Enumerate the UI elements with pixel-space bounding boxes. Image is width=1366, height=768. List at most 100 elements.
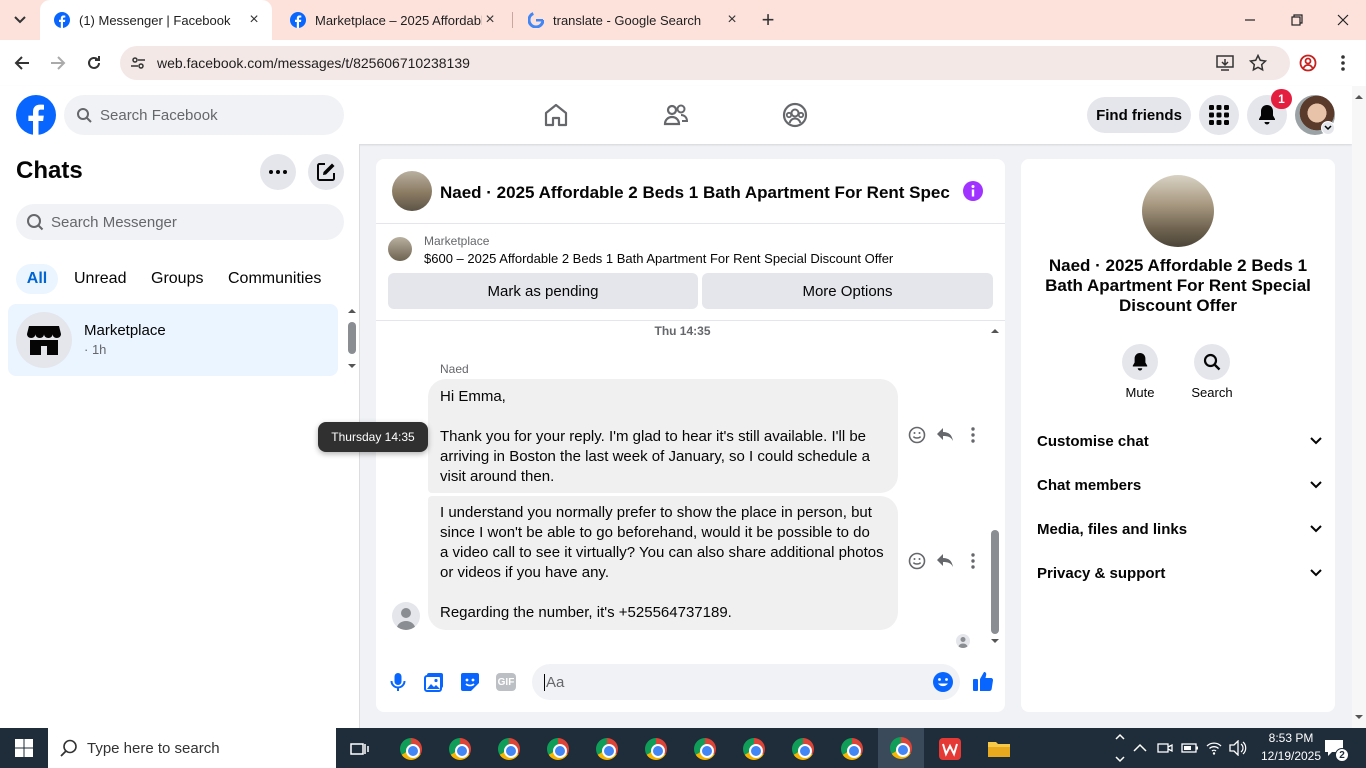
listing-thumbnail[interactable] <box>388 237 412 261</box>
clock-date[interactable]: 12/19/2025 <box>1255 749 1327 763</box>
filter-all[interactable]: All <box>16 264 58 294</box>
section-customise-chat[interactable]: Customise chat <box>1037 429 1322 453</box>
reload-icon <box>88 56 100 69</box>
chrome-icon <box>743 738 765 760</box>
taskbar-chrome[interactable] <box>589 733 625 765</box>
tray-battery[interactable] <box>1181 741 1199 755</box>
react-icon[interactable] <box>908 426 926 444</box>
taskbar-chrome[interactable] <box>687 733 723 765</box>
tab-search-button[interactable] <box>8 8 32 32</box>
emoji-button[interactable] <box>932 671 954 693</box>
bell-icon <box>1259 105 1275 125</box>
taskbar-scroll[interactable] <box>1114 730 1126 766</box>
more-vertical-icon <box>1341 55 1345 71</box>
tab-google-search[interactable]: translate - Google Search × <box>514 0 750 40</box>
messages-scrollbar[interactable] <box>989 324 1001 648</box>
clock-time[interactable]: 8:53 PM <box>1260 731 1322 745</box>
gif-button[interactable]: GIF <box>496 673 516 691</box>
more-vertical-icon[interactable] <box>964 552 982 570</box>
restore-button[interactable] <box>1287 10 1307 30</box>
taskbar-wps[interactable] <box>932 733 968 765</box>
taskbar-chrome[interactable] <box>491 733 527 765</box>
message-line: since I won't be able to go beforehand, … <box>440 524 870 541</box>
browser-menu-button[interactable] <box>1333 53 1353 73</box>
facebook-logo[interactable] <box>16 95 56 135</box>
close-window-button[interactable] <box>1333 10 1353 30</box>
tab-marketplace[interactable]: Marketplace – 2025 Affordable × <box>276 0 508 40</box>
facebook-search[interactable]: Search Facebook <box>64 95 344 135</box>
minimize-icon <box>1245 19 1255 21</box>
messenger-search[interactable]: Search Messenger <box>16 204 344 240</box>
close-tab-icon[interactable]: × <box>246 11 262 28</box>
taskbar-file-explorer[interactable] <box>981 733 1017 765</box>
account-chevron[interactable] <box>1321 121 1335 135</box>
taskbar-chrome[interactable] <box>393 733 429 765</box>
nav-friends[interactable] <box>662 102 690 128</box>
listing-title[interactable]: $600 – 2025 Affordable 2 Beds 1 Bath Apa… <box>424 251 893 266</box>
tray-overflow[interactable] <box>1133 741 1147 755</box>
sticker-button[interactable] <box>460 672 480 692</box>
find-friends-button[interactable]: Find friends <box>1087 97 1191 133</box>
taskbar-chrome[interactable] <box>785 733 821 765</box>
menu-button[interactable] <box>1199 95 1239 135</box>
voice-clip-button[interactable] <box>388 672 408 692</box>
mute-button[interactable] <box>1122 344 1158 380</box>
install-app-button[interactable] <box>1215 53 1235 73</box>
start-button[interactable] <box>0 728 48 768</box>
reload-button[interactable] <box>84 53 104 73</box>
address-bar[interactable]: web.facebook.com/messages/t/825606710238… <box>120 46 1290 80</box>
nav-home[interactable] <box>543 102 569 128</box>
react-icon[interactable] <box>908 552 926 570</box>
details-avatar[interactable] <box>1142 175 1214 247</box>
chats-options-button[interactable] <box>260 154 296 190</box>
mark-pending-button[interactable]: Mark as pending <box>388 273 698 309</box>
taskbar-chrome[interactable] <box>638 733 674 765</box>
filter-unread[interactable]: Unread <box>74 264 126 294</box>
section-chat-members[interactable]: Chat members <box>1037 473 1322 497</box>
filter-communities[interactable]: Communities <box>228 264 321 294</box>
taskbar-chrome[interactable] <box>540 733 576 765</box>
taskbar-chrome[interactable] <box>736 733 772 765</box>
minimize-button[interactable] <box>1240 10 1260 30</box>
nav-groups[interactable] <box>782 102 808 128</box>
page-scrollbar[interactable] <box>1352 86 1366 728</box>
forward-button[interactable] <box>48 53 68 73</box>
more-vertical-icon[interactable] <box>964 426 982 444</box>
conversation-info-button[interactable] <box>962 180 984 202</box>
bookmark-button[interactable] <box>1248 53 1268 73</box>
conversation-avatar[interactable] <box>392 171 432 211</box>
section-media-files-links[interactable]: Media, files and links <box>1037 517 1322 541</box>
close-tab-icon[interactable]: × <box>724 11 740 28</box>
taskbar-chrome[interactable] <box>442 733 478 765</box>
back-button[interactable] <box>12 53 32 73</box>
chat-list-scrollbar[interactable] <box>346 306 358 372</box>
message-line: Hi Emma, <box>440 388 506 405</box>
new-tab-button[interactable]: + <box>758 9 778 31</box>
task-view-button[interactable] <box>342 733 378 765</box>
message-input[interactable]: Aa <box>532 664 960 700</box>
like-button[interactable] <box>972 670 994 692</box>
new-message-button[interactable] <box>308 154 344 190</box>
message-bubble[interactable]: Hi Emma, Thank you for your reply. I'm g… <box>428 379 898 493</box>
tray-volume[interactable] <box>1229 740 1247 756</box>
reply-icon[interactable] <box>936 426 954 444</box>
conversation-title[interactable]: Naed · 2025 Affordable 2 Beds 1 Bath Apa… <box>440 183 950 203</box>
profile-icon <box>1299 54 1317 72</box>
reply-icon[interactable] <box>936 552 954 570</box>
message-bubble[interactable]: I understand you normally prefer to show… <box>428 496 898 630</box>
filter-groups[interactable]: Groups <box>151 264 203 294</box>
tab-messenger[interactable]: (1) Messenger | Facebook × <box>40 0 272 40</box>
taskbar-search[interactable]: Type here to search <box>48 728 336 768</box>
tray-network[interactable] <box>1206 740 1222 756</box>
notification-badge: 1 <box>1271 89 1292 109</box>
section-privacy-support[interactable]: Privacy & support <box>1037 561 1322 585</box>
taskbar-chrome-active[interactable] <box>878 728 924 768</box>
chrome-icon <box>645 738 667 760</box>
attach-media-button[interactable] <box>424 672 444 692</box>
close-tab-icon[interactable]: × <box>482 11 498 28</box>
profile-button[interactable] <box>1298 53 1318 73</box>
tray-meet[interactable] <box>1157 740 1173 756</box>
search-conversation-button[interactable] <box>1194 344 1230 380</box>
taskbar-chrome[interactable] <box>834 733 870 765</box>
more-options-button[interactable]: More Options <box>702 273 993 309</box>
